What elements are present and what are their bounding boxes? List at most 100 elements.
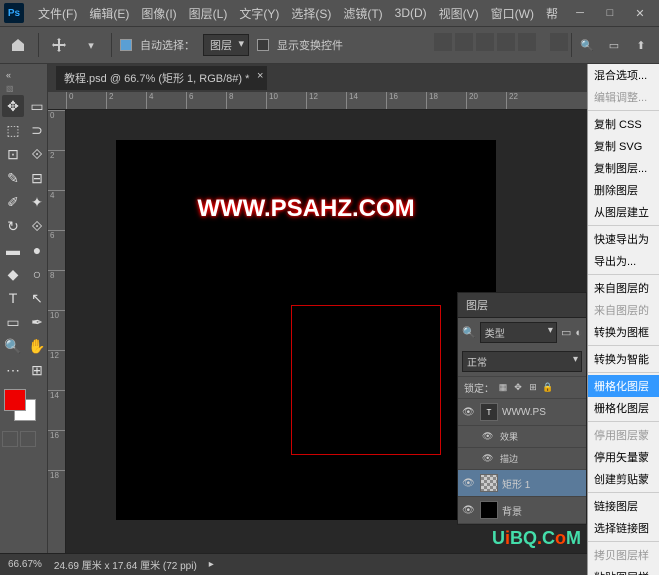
tool-preset[interactable]: ▧ bbox=[2, 82, 45, 95]
menu-type[interactable]: 文字(Y) bbox=[233, 1, 285, 26]
shape-tool[interactable]: ▭ bbox=[2, 311, 24, 333]
context-menu-item[interactable]: 删除图层 bbox=[588, 179, 659, 201]
visibility-icon[interactable]: 👁 bbox=[462, 478, 476, 489]
path-tool[interactable]: ↖ bbox=[26, 287, 48, 309]
eyedropper-tool[interactable]: ✎ bbox=[2, 167, 24, 189]
align-icon[interactable] bbox=[497, 33, 515, 51]
color-swatches[interactable] bbox=[2, 389, 45, 425]
history-brush-tool[interactable]: ↻ bbox=[2, 215, 24, 237]
show-transform-checkbox[interactable] bbox=[257, 39, 269, 51]
more-tool[interactable]: ⋯ bbox=[2, 359, 24, 381]
context-menu-item[interactable]: 复制 CSS bbox=[588, 113, 659, 135]
context-menu[interactable]: 混合选项...编辑调整...复制 CSS复制 SVG复制图层...删除图层从图层… bbox=[587, 64, 659, 575]
clone-tool[interactable]: ⟐ bbox=[26, 215, 48, 237]
layer-item[interactable]: 👁 矩形 1 bbox=[458, 470, 586, 497]
edit-toolbar[interactable]: ⊞ bbox=[26, 359, 48, 381]
filter-adjust-icon[interactable]: ◐ bbox=[575, 327, 582, 339]
context-menu-item[interactable]: 转换为图框 bbox=[588, 321, 659, 343]
context-menu-item[interactable]: 从图层建立 bbox=[588, 201, 659, 223]
filter-pixel-icon[interactable]: ▭ bbox=[561, 326, 571, 339]
context-menu-item[interactable]: 快速导出为 bbox=[588, 228, 659, 250]
zoom-tool[interactable]: 🔍 bbox=[2, 335, 24, 357]
menu-select[interactable]: 选择(S) bbox=[285, 1, 337, 26]
dodge-tool[interactable]: ○ bbox=[26, 263, 48, 285]
context-menu-item[interactable]: 转换为智能 bbox=[588, 348, 659, 370]
context-menu-item[interactable]: 复制图层... bbox=[588, 157, 659, 179]
align-icon[interactable] bbox=[518, 33, 536, 51]
eraser-tool[interactable]: ◆ bbox=[2, 263, 24, 285]
window-minimize[interactable]: ─ bbox=[565, 3, 595, 23]
context-menu-item[interactable]: 栅格化图层 bbox=[588, 397, 659, 419]
context-menu-item[interactable]: 粘贴图层样 bbox=[588, 566, 659, 575]
gradient-tool[interactable]: ▬ bbox=[2, 239, 24, 261]
layer-effects[interactable]: 👁 效果 bbox=[458, 426, 586, 448]
menu-filter[interactable]: 滤镜(T) bbox=[337, 1, 388, 26]
type-tool[interactable]: T bbox=[2, 287, 24, 309]
artboard-tool[interactable]: ▭ bbox=[26, 95, 48, 117]
menu-file[interactable]: 文件(F) bbox=[32, 1, 83, 26]
lock-pixels-icon[interactable]: ▦ bbox=[497, 382, 509, 394]
visibility-icon[interactable]: 👁 bbox=[482, 453, 496, 464]
artboard[interactable]: WWW.PSAHZ.COM bbox=[116, 140, 496, 520]
context-menu-item[interactable]: 来自图层的 bbox=[588, 277, 659, 299]
lock-position-icon[interactable]: ✥ bbox=[512, 382, 524, 394]
window-maximize[interactable]: □ bbox=[595, 3, 625, 23]
layer-thumbnail[interactable]: T bbox=[480, 403, 498, 421]
filter-type-select[interactable]: 类型 bbox=[480, 322, 557, 343]
align-icon[interactable] bbox=[434, 33, 452, 51]
search-icon[interactable]: 🔍 bbox=[575, 33, 599, 57]
layer-item[interactable]: 👁 背景 bbox=[458, 497, 586, 524]
dropdown-icon[interactable]: ▾ bbox=[79, 33, 103, 57]
context-menu-item[interactable]: 栅格化图层 bbox=[588, 375, 659, 397]
lock-artboard-icon[interactable]: ⊞ bbox=[527, 382, 539, 394]
panel-title[interactable]: 图层 bbox=[458, 293, 586, 318]
zoom-level[interactable]: 66.67% bbox=[8, 559, 42, 570]
menu-image[interactable]: 图像(I) bbox=[135, 1, 182, 26]
layer-thumbnail[interactable] bbox=[480, 474, 498, 492]
lasso-tool[interactable]: ⊃ bbox=[26, 119, 48, 141]
menu-edit[interactable]: 编辑(E) bbox=[83, 1, 135, 26]
quick-select-tool[interactable]: ⟐ bbox=[26, 143, 48, 165]
menu-view[interactable]: 视图(V) bbox=[433, 1, 485, 26]
auto-select-target[interactable]: 图层 bbox=[203, 34, 249, 56]
share-icon[interactable]: ⬆ bbox=[629, 33, 653, 57]
context-menu-item[interactable]: 混合选项... bbox=[588, 64, 659, 86]
marquee-tool[interactable]: ⬚ bbox=[2, 119, 24, 141]
search-icon[interactable]: 🔍 bbox=[462, 326, 476, 339]
context-menu-item[interactable]: 链接图层 bbox=[588, 495, 659, 517]
context-menu-item[interactable]: 创建剪贴蒙 bbox=[588, 468, 659, 490]
crop-tool[interactable]: ⊟ bbox=[26, 167, 48, 189]
frame-tool[interactable]: ⊡ bbox=[2, 143, 24, 165]
quick-mask-icon[interactable] bbox=[2, 431, 18, 447]
status-arrow-icon[interactable]: ▸ bbox=[209, 559, 214, 570]
blend-mode-select[interactable]: 正常 bbox=[462, 351, 582, 372]
context-menu-item[interactable]: 导出为... bbox=[588, 250, 659, 272]
align-icon[interactable] bbox=[455, 33, 473, 51]
foreground-color[interactable] bbox=[4, 389, 26, 411]
move-tool[interactable]: ✥ bbox=[2, 95, 24, 117]
canvas-text-layer[interactable]: WWW.PSAHZ.COM bbox=[116, 195, 496, 223]
menu-window[interactable]: 窗口(W) bbox=[485, 1, 540, 26]
window-close[interactable]: ✕ bbox=[625, 3, 655, 23]
move-tool-icon[interactable] bbox=[47, 33, 71, 57]
menu-3d[interactable]: 3D(D) bbox=[389, 2, 433, 24]
menu-help[interactable]: 帮 bbox=[540, 1, 564, 26]
layer-item[interactable]: 👁 T WWW.PS bbox=[458, 399, 586, 426]
lock-all-icon[interactable]: 🔒 bbox=[542, 382, 554, 394]
canvas-rect-layer[interactable] bbox=[291, 305, 441, 455]
layer-stroke[interactable]: 👁 描边 bbox=[458, 448, 586, 470]
more-icon[interactable] bbox=[550, 33, 568, 51]
workspace-icon[interactable]: ▭ bbox=[602, 33, 626, 57]
align-icon[interactable] bbox=[476, 33, 494, 51]
context-menu-item[interactable]: 复制 SVG bbox=[588, 135, 659, 157]
hand-tool[interactable]: ✋ bbox=[26, 335, 48, 357]
pen-tool[interactable]: ✒ bbox=[26, 311, 48, 333]
close-tab-icon[interactable]: × bbox=[257, 70, 263, 82]
menu-layer[interactable]: 图层(L) bbox=[183, 1, 234, 26]
screen-mode-icon[interactable] bbox=[20, 431, 36, 447]
layer-thumbnail[interactable] bbox=[480, 501, 498, 519]
brush-tool[interactable]: ✐ bbox=[2, 191, 24, 213]
document-tab[interactable]: 教程.psd @ 66.7% (矩形 1, RGB/8#) * × bbox=[56, 66, 267, 90]
blur-tool[interactable]: ● bbox=[26, 239, 48, 261]
collapse-icon[interactable]: « bbox=[2, 68, 45, 82]
